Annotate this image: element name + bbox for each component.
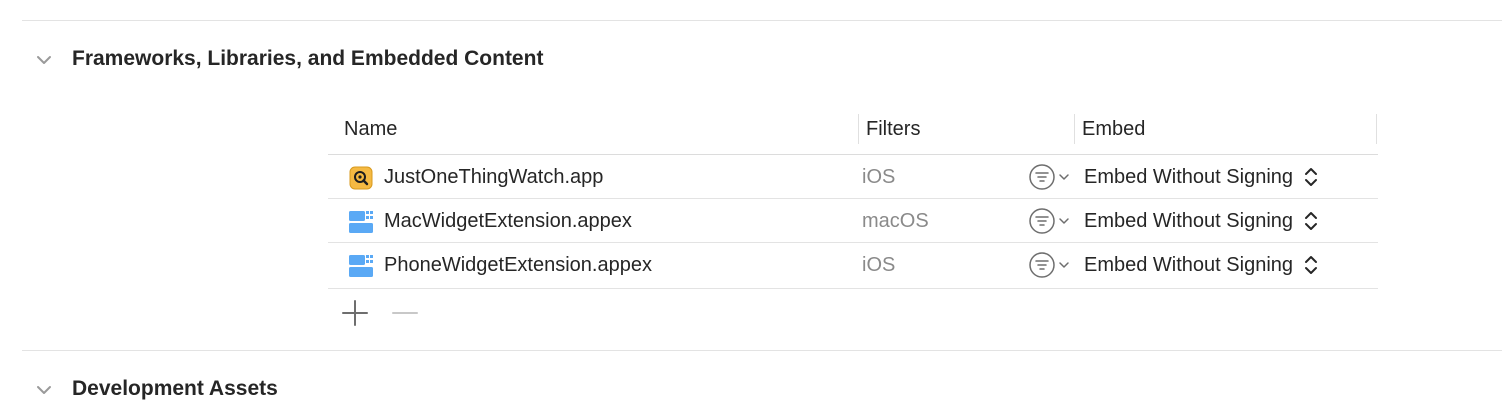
table-row[interactable]: MacWidgetExtension.appex macOS Embed Wit… — [328, 199, 1378, 243]
add-remove-toolbar — [340, 298, 440, 328]
embed-option-label: Embed Without Signing — [1084, 165, 1294, 188]
section-title-development-assets: Development Assets — [72, 377, 278, 400]
filter-button[interactable] — [1029, 252, 1073, 278]
embed-option-label: Embed Without Signing — [1084, 209, 1294, 232]
column-separator — [1074, 114, 1075, 144]
file-name: PhoneWidgetExtension.appex — [384, 254, 652, 276]
remove-button[interactable] — [390, 298, 420, 328]
plus-icon — [342, 300, 368, 326]
table-row[interactable]: PhoneWidgetExtension.appex iOS Embed Wit… — [328, 243, 1378, 289]
add-button[interactable] — [340, 298, 370, 328]
filter-icon — [1029, 252, 1069, 278]
table-header: Name Filters Embed — [328, 110, 1378, 155]
app-extension-icon — [349, 210, 373, 234]
file-name: JustOneThingWatch.app — [384, 166, 604, 188]
embed-popup-button[interactable]: Embed Without Signing — [1084, 155, 1319, 199]
column-header-name[interactable]: Name — [344, 110, 397, 154]
top-divider — [22, 20, 1502, 21]
app-extension-icon — [349, 254, 373, 278]
up-down-chevron-icon — [1305, 168, 1318, 186]
column-header-filters[interactable]: Filters — [866, 110, 920, 154]
column-separator — [858, 114, 859, 144]
embed-popup-button[interactable]: Embed Without Signing — [1084, 199, 1319, 243]
embed-option-label: Embed Without Signing — [1084, 253, 1294, 276]
minus-icon — [392, 312, 418, 314]
up-down-chevron-icon — [1305, 256, 1318, 274]
disclosure-chevron-icon[interactable] — [36, 52, 52, 68]
platform-filter-value: macOS — [862, 210, 929, 232]
frameworks-table: Name Filters Embed JustOneThingWatch.app… — [328, 110, 1378, 289]
watch-app-icon — [349, 166, 373, 190]
platform-filter-value: iOS — [862, 254, 896, 276]
platform-filter-value: iOS — [862, 166, 896, 188]
filter-button[interactable] — [1029, 208, 1073, 234]
file-name: MacWidgetExtension.appex — [384, 210, 632, 232]
column-separator — [1376, 114, 1377, 144]
filter-icon — [1029, 164, 1069, 190]
table-row[interactable]: JustOneThingWatch.app iOS Embed Without … — [328, 155, 1378, 199]
up-down-chevron-icon — [1305, 212, 1318, 230]
section-title-frameworks: Frameworks, Libraries, and Embedded Cont… — [72, 47, 544, 70]
column-header-embed[interactable]: Embed — [1082, 110, 1145, 154]
filter-icon — [1029, 208, 1069, 234]
disclosure-chevron-icon[interactable] — [36, 382, 52, 398]
filter-button[interactable] — [1029, 164, 1073, 190]
embed-popup-button[interactable]: Embed Without Signing — [1084, 243, 1319, 287]
section-divider — [22, 350, 1502, 351]
